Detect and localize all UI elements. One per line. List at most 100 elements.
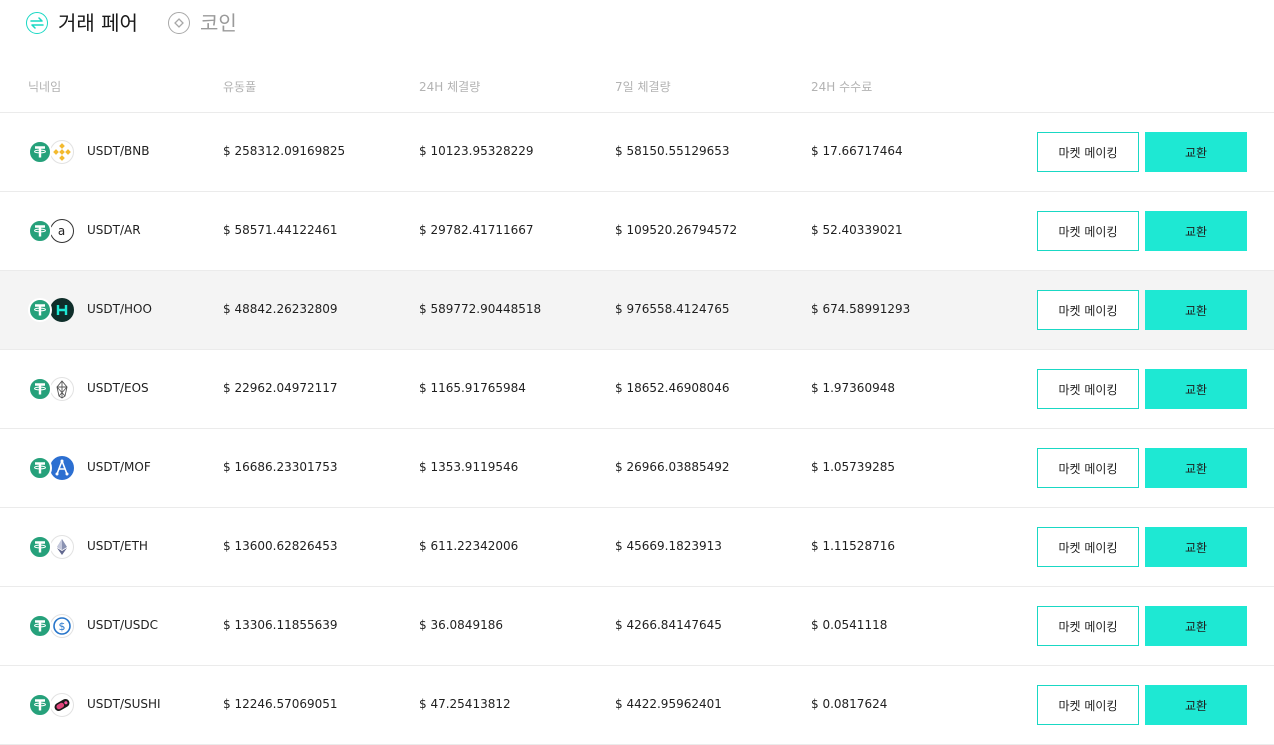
svg-text:a: a: [58, 224, 65, 238]
tether-icon: [28, 219, 52, 243]
market-making-button[interactable]: 마켓 메이킹: [1037, 369, 1139, 409]
tab-coins[interactable]: 코인: [167, 9, 237, 37]
table-row: a USDT/AR $ 58571.44122461 $ 29782.41711…: [0, 192, 1274, 271]
volume-7d-value: $ 45669.1823913: [615, 539, 722, 553]
fee-24h-value: $ 674.58991293: [811, 302, 911, 316]
pair-icons: [28, 298, 76, 322]
volume-7d-value: $ 4266.84147645: [615, 618, 722, 632]
pair-icons: $: [28, 614, 76, 638]
market-making-button[interactable]: 마켓 메이킹: [1037, 211, 1139, 251]
table-row: USDT/EOS $ 22962.04972117 $ 1165.9176598…: [0, 350, 1274, 429]
pair-name: USDT/SUSHI: [87, 697, 161, 711]
tab-coins-label: 코인: [199, 11, 237, 35]
pair-icons: [28, 456, 76, 480]
swap-button[interactable]: 교환: [1145, 685, 1247, 725]
market-making-button[interactable]: 마켓 메이킹: [1037, 132, 1139, 172]
svg-text:$: $: [59, 620, 66, 633]
market-making-button[interactable]: 마켓 메이킹: [1037, 527, 1139, 567]
market-making-button[interactable]: 마켓 메이킹: [1037, 606, 1139, 646]
tether-icon: [28, 140, 52, 164]
pair-name: USDT/EOS: [87, 381, 149, 395]
swap-button[interactable]: 교환: [1145, 448, 1247, 488]
fee-24h-value: $ 52.40339021: [811, 223, 903, 237]
column-header-liquidity: 유동풀: [223, 80, 257, 94]
arweave-icon: a: [50, 219, 74, 243]
market-making-button[interactable]: 마켓 메이킹: [1037, 685, 1139, 725]
mof-icon: [50, 456, 74, 480]
pair-name: USDT/ETH: [87, 539, 148, 553]
swap-button[interactable]: 교환: [1145, 132, 1247, 172]
volume-7d-value: $ 4422.95962401: [615, 697, 722, 711]
volume-24h-value: $ 29782.41711667: [419, 223, 534, 237]
column-header-fee-24h: 24H 수수료: [811, 80, 873, 94]
volume-24h-value: $ 589772.90448518: [419, 302, 542, 316]
fee-24h-value: $ 0.0541118: [811, 618, 888, 632]
pair-icons: a: [28, 219, 76, 243]
swap-button[interactable]: 교환: [1145, 290, 1247, 330]
tab-trading-pairs-label: 거래 페어: [58, 11, 138, 35]
fee-24h-value: $ 0.0817624: [811, 697, 888, 711]
coin-icon: [167, 12, 190, 34]
table-header: 닉네임 유동풀 24H 체결량 7일 체결량 24H 수수료: [0, 72, 1274, 113]
table-row: USDT/HOO $ 48842.26232809 $ 589772.90448…: [0, 271, 1274, 350]
swap-button[interactable]: 교환: [1145, 527, 1247, 567]
liquidity-value: $ 258312.09169825: [223, 144, 346, 158]
liquidity-value: $ 22962.04972117: [223, 381, 338, 395]
swap-button[interactable]: 교환: [1145, 606, 1247, 646]
liquidity-value: $ 48842.26232809: [223, 302, 338, 316]
pair-icons: [28, 140, 76, 164]
market-making-button[interactable]: 마켓 메이킹: [1037, 290, 1139, 330]
fee-24h-value: $ 1.05739285: [811, 460, 895, 474]
fee-24h-value: $ 17.66717464: [811, 144, 903, 158]
pair-table-body: USDT/BNB $ 258312.09169825 $ 10123.95328…: [0, 113, 1274, 745]
tab-bar: 거래 페어 코인: [26, 9, 237, 37]
tether-icon: [28, 456, 52, 480]
tether-icon: [28, 377, 52, 401]
tab-trading-pairs[interactable]: 거래 페어: [26, 9, 138, 37]
swap-arrows-icon: [26, 12, 48, 34]
eos-icon: [50, 377, 74, 401]
liquidity-value: $ 12246.57069051: [223, 697, 338, 711]
volume-7d-value: $ 976558.4124765: [615, 302, 730, 316]
column-header-volume-24h: 24H 체결량: [419, 80, 481, 94]
swap-button[interactable]: 교환: [1145, 211, 1247, 251]
swap-button[interactable]: 교환: [1145, 369, 1247, 409]
volume-7d-value: $ 18652.46908046: [615, 381, 730, 395]
fee-24h-value: $ 1.97360948: [811, 381, 895, 395]
pair-name: USDT/HOO: [87, 302, 152, 316]
ethereum-icon: [50, 535, 74, 559]
volume-7d-value: $ 109520.26794572: [615, 223, 738, 237]
table-row: USDT/ETH $ 13600.62826453 $ 611.22342006…: [0, 508, 1274, 587]
tether-icon: [28, 614, 52, 638]
column-header-nickname: 닉네임: [28, 80, 62, 94]
tether-icon: [28, 298, 52, 322]
pair-name: USDT/AR: [87, 223, 141, 237]
volume-7d-value: $ 58150.55129653: [615, 144, 730, 158]
table-row: USDT/SUSHI $ 12246.57069051 $ 47.2541381…: [0, 666, 1274, 745]
volume-24h-value: $ 1353.9119546: [419, 460, 519, 474]
fee-24h-value: $ 1.11528716: [811, 539, 895, 553]
volume-24h-value: $ 47.25413812: [419, 697, 511, 711]
liquidity-value: $ 58571.44122461: [223, 223, 338, 237]
sushi-icon: [50, 693, 74, 717]
market-making-button[interactable]: 마켓 메이킹: [1037, 448, 1139, 488]
volume-7d-value: $ 26966.03885492: [615, 460, 730, 474]
pair-name: USDT/MOF: [87, 460, 151, 474]
liquidity-value: $ 13600.62826453: [223, 539, 338, 553]
pair-icons: [28, 535, 76, 559]
pair-name: USDT/BNB: [87, 144, 150, 158]
bnb-icon: [50, 140, 74, 164]
hoo-icon: [50, 298, 74, 322]
table-row: $ USDT/USDC $ 13306.11855639 $ 36.084918…: [0, 587, 1274, 666]
pair-icons: [28, 377, 76, 401]
pair-icons: [28, 693, 76, 717]
volume-24h-value: $ 36.0849186: [419, 618, 503, 632]
tether-icon: [28, 535, 52, 559]
column-header-volume-7d: 7일 체결량: [615, 80, 671, 94]
volume-24h-value: $ 611.22342006: [419, 539, 519, 553]
liquidity-value: $ 16686.23301753: [223, 460, 338, 474]
table-row: USDT/MOF $ 16686.23301753 $ 1353.9119546…: [0, 429, 1274, 508]
volume-24h-value: $ 1165.91765984: [419, 381, 526, 395]
liquidity-value: $ 13306.11855639: [223, 618, 338, 632]
volume-24h-value: $ 10123.95328229: [419, 144, 534, 158]
